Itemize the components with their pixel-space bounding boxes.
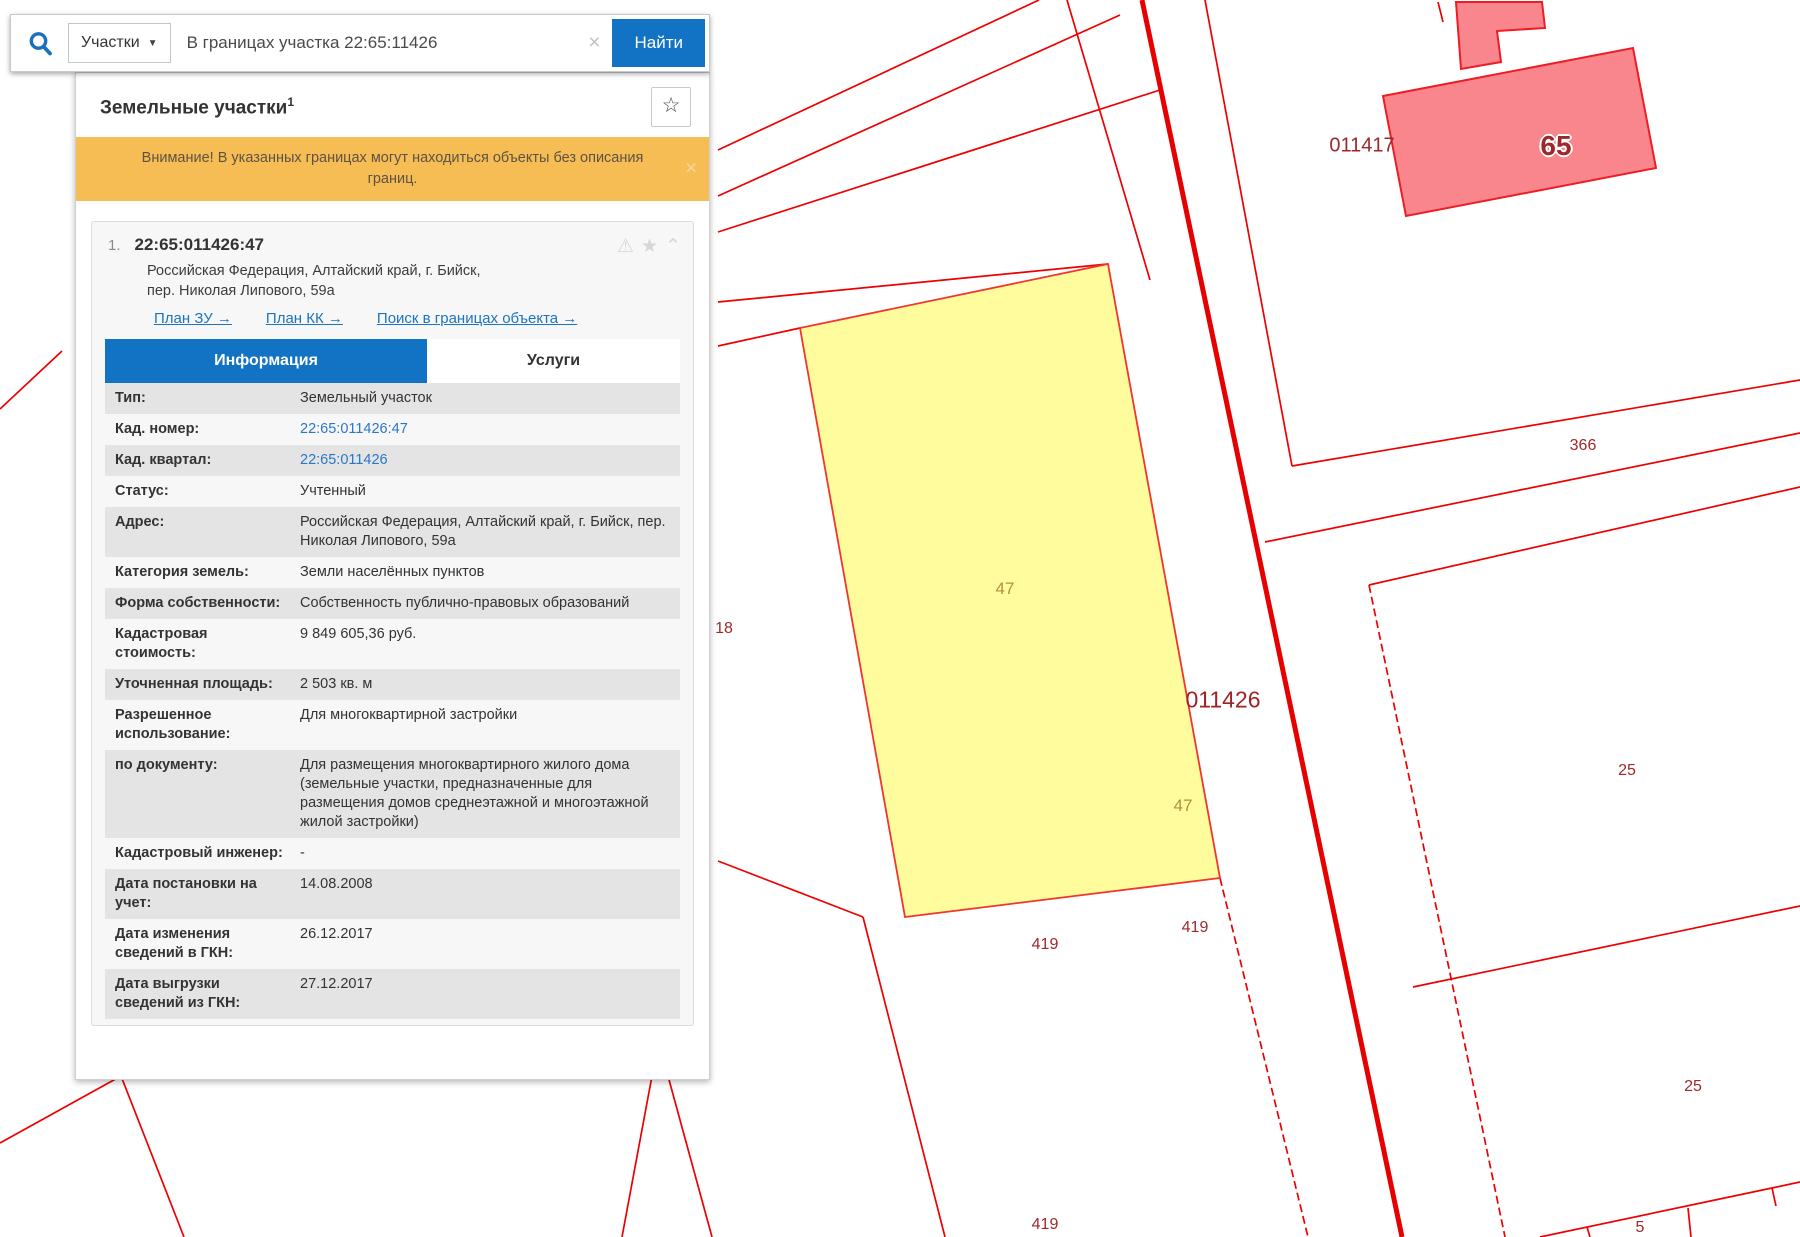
- row-value: Земли населённых пунктов: [300, 557, 680, 588]
- close-icon[interactable]: ×: [685, 159, 697, 180]
- info-table: Тип:Земельный участокКад. номер:22:65:01…: [105, 383, 680, 1019]
- row-value: -: [300, 838, 680, 869]
- table-row: Дата постановки на учет:14.08.2008: [105, 869, 680, 919]
- row-value: Учтенный: [300, 476, 680, 507]
- row-label: Кад. квартал:: [105, 445, 300, 476]
- warning-banner: Внимание! В указанных границах могут нах…: [76, 137, 709, 201]
- star-icon[interactable]: ★: [641, 235, 658, 258]
- row-value: Земельный участок: [300, 383, 680, 414]
- table-row: Адрес:Российская Федерация, Алтайский кр…: [105, 507, 680, 557]
- search-bar: Участки ▼ В границах участка 22:65:11426…: [10, 14, 710, 72]
- row-value: 9 849 605,36 руб.: [300, 619, 680, 669]
- item-link-2[interactable]: Поиск в границах объекта →: [377, 310, 577, 327]
- search-input[interactable]: В границах участка 22:65:11426: [187, 33, 583, 53]
- table-row: Дата выгрузки сведений из ГКН:27.12.2017: [105, 969, 680, 1019]
- find-button[interactable]: Найти: [612, 19, 705, 67]
- table-row: Дата изменения сведений в ГКН:26.12.2017: [105, 919, 680, 969]
- search-type-label: Участки: [81, 34, 140, 52]
- table-row: Уточненная площадь:2 503 кв. м: [105, 669, 680, 700]
- search-type-dropdown[interactable]: Участки ▼: [68, 23, 171, 63]
- results-panel: Земельные участки1 ☆ Внимание! В указанн…: [75, 72, 710, 1080]
- warning-text: Внимание! В указанных границах могут нах…: [142, 150, 644, 187]
- warning-triangle-icon: ⚠: [617, 235, 634, 258]
- panel-title: Земельные участки1: [100, 95, 294, 119]
- collapse-chevron-icon[interactable]: ⌃: [665, 235, 681, 258]
- row-value-link[interactable]: 22:65:011426: [300, 445, 680, 476]
- row-value: 26.12.2017: [300, 919, 680, 969]
- row-label: Категория земель:: [105, 557, 300, 588]
- building-65-parcel[interactable]: [1383, 2, 1656, 216]
- row-label: Адрес:: [105, 507, 300, 557]
- table-row: Кад. квартал:22:65:011426: [105, 445, 680, 476]
- row-label: Дата выгрузки сведений из ГКН:: [105, 969, 300, 1019]
- row-value: Для многоквартирной застройки: [300, 700, 680, 750]
- table-row: по документу:Для размещения многоквартир…: [105, 750, 680, 838]
- table-row: Кад. номер:22:65:011426:47: [105, 414, 680, 445]
- row-value: Для размещения многоквартирного жилого д…: [300, 750, 680, 838]
- item-link-1[interactable]: План КК →: [266, 310, 343, 327]
- table-row: Статус:Учтенный: [105, 476, 680, 507]
- row-value: 14.08.2008: [300, 869, 680, 919]
- row-label: Тип:: [105, 383, 300, 414]
- row-label: Кадастровая стоимость:: [105, 619, 300, 669]
- row-label: Кадастровый инженер:: [105, 838, 300, 869]
- table-row: Тип:Земельный участок: [105, 383, 680, 414]
- table-row: Категория земель:Земли населённых пункто…: [105, 557, 680, 588]
- item-address: Российская Федерация, Алтайский край, г.…: [92, 258, 693, 301]
- item-link-0[interactable]: План ЗУ →: [154, 310, 232, 327]
- item-links: План ЗУ → План КК → Поиск в границах объек…: [92, 301, 693, 339]
- selected-parcel-47[interactable]: [800, 264, 1220, 917]
- row-label: Форма собственности:: [105, 588, 300, 619]
- table-row: Форма собственности:Собственность публич…: [105, 588, 680, 619]
- row-value: 27.12.2017: [300, 969, 680, 1019]
- row-label: Дата постановки на учет:: [105, 869, 300, 919]
- search-icon: [27, 30, 54, 57]
- quarter-boundary-line: [1142, 0, 1402, 1237]
- table-row: Кадастровая стоимость:9 849 605,36 руб.: [105, 619, 680, 669]
- panel-header: Земельные участки1 ☆: [76, 73, 709, 137]
- row-label: Кад. номер:: [105, 414, 300, 445]
- row-value: Российская Федерация, Алтайский край, г.…: [300, 507, 680, 557]
- tab-information[interactable]: Информация: [105, 339, 427, 383]
- tab-services[interactable]: Услуги: [427, 339, 680, 383]
- table-row: Разрешенное использование:Для многокварт…: [105, 700, 680, 750]
- tabs: Информация Услуги: [105, 339, 680, 383]
- row-label: по документу:: [105, 750, 300, 838]
- row-label: Статус:: [105, 476, 300, 507]
- item-cadastral-number: 22:65:011426:47: [135, 235, 265, 258]
- row-label: Уточненная площадь:: [105, 669, 300, 700]
- table-row: Кадастровый инженер:-: [105, 838, 680, 869]
- favorite-star-button[interactable]: ☆: [651, 87, 691, 127]
- row-value: 2 503 кв. м: [300, 669, 680, 700]
- item-index: 1.: [108, 237, 121, 258]
- row-label: Разрешенное использование:: [105, 700, 300, 750]
- row-label: Дата изменения сведений в ГКН:: [105, 919, 300, 969]
- row-value: Собственность публично-правовых образова…: [300, 588, 680, 619]
- chevron-down-icon: ▼: [148, 38, 158, 49]
- row-value-link[interactable]: 22:65:011426:47: [300, 414, 680, 445]
- result-card: 1. 22:65:011426:47 ⚠ ★ ⌃ Российская Феде…: [91, 221, 694, 1026]
- result-count: 1: [287, 95, 294, 109]
- clear-search-icon[interactable]: ×: [588, 31, 600, 55]
